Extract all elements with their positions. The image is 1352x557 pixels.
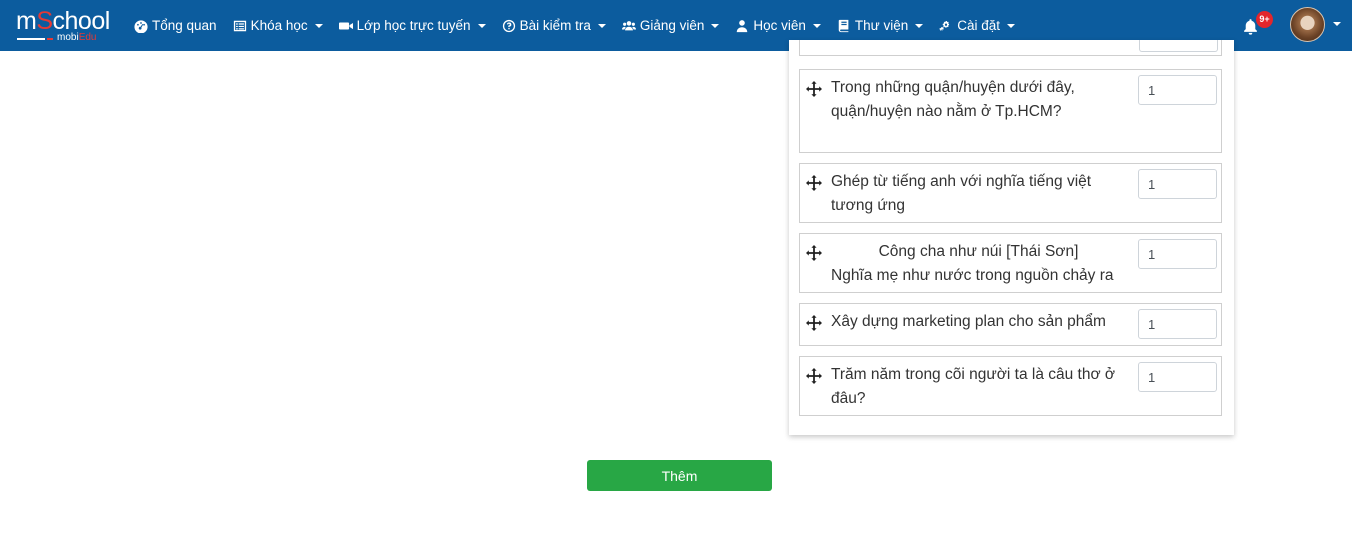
question-text-line: Công cha như núi [Thái Sơn]	[878, 243, 1079, 260]
question-score-input[interactable]	[1138, 309, 1217, 339]
question-text: Ghép từ tiếng anh với nghĩa tiếng việt t…	[831, 173, 1092, 214]
logo-accent-mark	[47, 38, 53, 40]
question-list-panel: Trong những quận/huyện dưới đây, quận/hu…	[789, 40, 1234, 435]
list-icon	[233, 19, 247, 33]
question-card[interactable]: Trăm năm trong cõi người ta là câu thơ ở…	[799, 356, 1222, 416]
notification-badge: 9+	[1256, 11, 1273, 28]
logo-subtitle: mobiEdu	[57, 32, 97, 43]
chevron-down-icon	[1007, 24, 1016, 28]
chevron-down-icon[interactable]	[1333, 22, 1341, 26]
move-icon[interactable]	[806, 175, 822, 191]
book-icon	[837, 19, 851, 33]
mschool-logo[interactable]: mSchool mobiEdu	[16, 8, 114, 44]
nav-item-settings[interactable]: Cài đặt	[939, 18, 1016, 33]
logo-underline	[17, 38, 45, 40]
nav-label: Lớp học trực tuyến	[356, 18, 471, 33]
nav-item-students[interactable]: Học viên	[735, 18, 821, 33]
chevron-down-icon	[477, 24, 486, 28]
nav-label: Khóa học	[250, 18, 308, 33]
nav-item-online-class[interactable]: Lớp học trực tuyến	[338, 18, 486, 33]
question-text-line: Nghĩa mẹ như nước trong nguồn chảy ra	[831, 267, 1114, 284]
cogs-icon	[939, 19, 953, 33]
add-button[interactable]: Thêm	[587, 460, 772, 491]
question-score-input-partial	[1139, 40, 1218, 52]
nav-item-tests[interactable]: Bài kiểm tra	[502, 18, 606, 33]
move-icon[interactable]	[806, 245, 822, 261]
chevron-down-icon	[597, 24, 606, 28]
question-text: Xây dựng marketing plan cho sản phẩm	[831, 313, 1106, 330]
dashboard-icon	[134, 19, 148, 33]
logo-wordmark: mSchool	[16, 7, 110, 35]
nav-label: Giảng viên	[639, 18, 705, 33]
question-circle-icon	[502, 19, 516, 33]
nav-label: Thư viện	[854, 18, 909, 33]
nav-label: Cài đặt	[957, 18, 1001, 33]
question-score-input[interactable]	[1138, 75, 1217, 105]
question-card[interactable]: Xây dựng marketing plan cho sản phẩm	[799, 303, 1222, 346]
question-card[interactable]: Ghép từ tiếng anh với nghĩa tiếng việt t…	[799, 163, 1222, 223]
nav-item-courses[interactable]: Khóa học	[233, 18, 323, 33]
move-icon[interactable]	[806, 368, 822, 384]
avatar[interactable]	[1290, 7, 1325, 42]
nav-label: Tổng quan	[152, 18, 217, 33]
question-card[interactable]: Trong những quận/huyện dưới đây, quận/hu…	[799, 69, 1222, 153]
users-icon	[621, 19, 636, 33]
nav-item-dashboard[interactable]: Tổng quan	[134, 18, 217, 33]
question-score-input[interactable]	[1138, 239, 1217, 269]
question-score-input[interactable]	[1138, 362, 1217, 392]
move-icon[interactable]	[806, 81, 822, 97]
move-icon[interactable]	[806, 315, 822, 331]
question-text: Công cha như núi [Thái Sơn] Nghĩa mẹ như…	[831, 240, 1126, 288]
question-card[interactable]: Công cha như núi [Thái Sơn] Nghĩa mẹ như…	[799, 233, 1222, 293]
question-text: Trong những quận/huyện dưới đây, quận/hu…	[831, 79, 1075, 120]
chevron-down-icon	[314, 24, 323, 28]
chevron-down-icon	[915, 24, 924, 28]
chevron-down-icon	[812, 24, 821, 28]
nav-label: Bài kiểm tra	[519, 18, 591, 33]
user-icon	[735, 19, 749, 33]
nav-label: Học viên	[753, 18, 806, 33]
nav-item-teachers[interactable]: Giảng viên	[621, 18, 720, 33]
chevron-down-icon	[711, 24, 720, 28]
video-camera-icon	[338, 19, 353, 33]
question-score-input[interactable]	[1138, 169, 1217, 199]
nav-item-library[interactable]: Thư viện	[837, 18, 924, 33]
question-text: Trăm năm trong cõi người ta là câu thơ ở…	[831, 366, 1116, 407]
